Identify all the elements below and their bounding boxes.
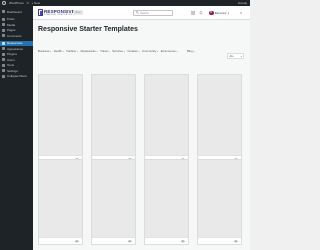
filter-fashion[interactable]: Fashion ▾	[66, 49, 78, 53]
starter-templates-header: RESPONSIVE STARTER TEMPLATES Beta E Elem…	[33, 6, 250, 20]
page-title: Responsive Starter Templates	[38, 26, 138, 33]
plugin-icon	[2, 52, 5, 56]
template-card[interactable]	[38, 74, 83, 163]
filter-label: Blog	[187, 49, 193, 53]
chevron-down-icon: ▾	[62, 50, 64, 53]
filter-travel[interactable]: Travel ▾	[100, 49, 110, 53]
template-card[interactable]	[144, 74, 189, 163]
chevron-down-icon: ▾	[108, 50, 110, 53]
favorites-icon[interactable]	[191, 11, 195, 15]
chevron-down-icon: ▾	[240, 55, 242, 58]
sidebar-item-label: Pages	[7, 28, 16, 33]
filter-label: Creative	[127, 49, 138, 53]
filter-label: Services	[112, 49, 123, 53]
chevron-down-icon: ▾	[193, 50, 195, 53]
template-card[interactable]	[144, 159, 189, 245]
wrench-icon	[2, 63, 5, 67]
sidebar-item-label: Plugins	[7, 52, 17, 57]
filter-creative[interactable]: Creative ▾	[127, 49, 139, 53]
template-card-footer	[198, 237, 241, 244]
filter-label: Ecommerce	[160, 49, 176, 53]
filter-label: Travel	[100, 49, 108, 53]
sidebar-item-label: Dashboard	[7, 9, 22, 14]
template-card-footer	[92, 237, 135, 244]
sidebar-item-label: Media	[7, 22, 16, 27]
template-card[interactable]	[38, 159, 83, 245]
chevron-down-icon: ▾	[50, 50, 52, 53]
sidebar-item-label: Settings	[7, 68, 18, 73]
preview-eye-icon[interactable]	[234, 240, 238, 243]
template-card[interactable]	[197, 74, 242, 163]
sidebar-item-label: Responsive	[7, 41, 23, 46]
search-input[interactable]	[140, 10, 172, 16]
settings-icon	[2, 69, 5, 73]
filter-blog[interactable]: Blog ▾	[187, 49, 195, 53]
chevron-down-icon: ▾	[96, 50, 98, 53]
page-builder-label: Elementor	[214, 11, 227, 15]
dashboard-icon	[2, 10, 5, 14]
filter-services[interactable]: Services ▾	[112, 49, 125, 53]
sidebar-item-label: Posts	[7, 17, 15, 22]
filter-ecommerce[interactable]: Ecommerce ▾	[161, 49, 178, 53]
chevron-down-icon: ▾	[176, 50, 178, 53]
template-card-footer	[39, 237, 82, 244]
preview-eye-icon[interactable]	[181, 240, 185, 243]
filter-community[interactable]: Community ▾	[142, 49, 158, 53]
filter-label: Restaurants	[80, 49, 96, 53]
preview-eye-icon[interactable]	[75, 240, 79, 243]
page-icon	[2, 28, 5, 32]
elementor-icon: E	[209, 10, 214, 16]
responsive-icon	[2, 41, 5, 45]
template-card[interactable]	[91, 159, 136, 245]
page-builder-select[interactable]: E Elementor ▾	[209, 10, 229, 16]
chevron-down-icon: ▾	[123, 50, 125, 53]
template-card[interactable]	[91, 74, 136, 163]
category-filters: Business ▾ Health ▾ Fashion ▾ Restaurants ▾ …	[38, 49, 238, 53]
responsive-logo-icon	[38, 9, 43, 16]
template-card-footer	[145, 237, 188, 244]
preview-eye-icon[interactable]	[128, 240, 132, 243]
main-content: RESPONSIVE STARTER TEMPLATES Beta E Elem…	[33, 6, 250, 250]
user-icon	[2, 58, 5, 62]
admin-sidebar: Dashboard Posts Media Pages Comments Res…	[0, 6, 33, 250]
sync-icon[interactable]	[199, 11, 203, 15]
media-icon	[2, 23, 5, 27]
chevron-down-icon: ▾	[227, 11, 229, 15]
sidebar-item-label: Users	[7, 57, 15, 62]
template-type-value: ALL	[229, 54, 235, 58]
chevron-down-icon: ▾	[138, 50, 140, 53]
sidebar-item-collapse[interactable]: Collapse Menu	[0, 74, 33, 80]
filter-health[interactable]: Health ▾	[54, 49, 64, 53]
sidebar-item-label: Comments	[7, 33, 22, 38]
brush-icon	[2, 47, 5, 51]
template-card[interactable]	[197, 159, 242, 245]
filter-label: Health	[53, 49, 62, 53]
filter-label: Fashion	[66, 49, 77, 53]
collapse-icon	[2, 74, 5, 78]
filter-label: Business	[38, 49, 50, 53]
sidebar-item-label: Collapse Menu	[7, 74, 28, 79]
chevron-down-icon: ▾	[157, 50, 159, 53]
chevron-down-icon: ▾	[77, 50, 79, 53]
search-icon	[135, 11, 139, 15]
template-search-box[interactable]	[133, 9, 173, 16]
pin-icon	[2, 17, 5, 21]
sidebar-item-label: Tools	[7, 63, 15, 68]
brand-subtitle: STARTER TEMPLATES	[44, 14, 73, 17]
wordpress-logo-icon[interactable]	[2, 1, 6, 5]
sidebar-item-label: Appearance	[7, 46, 24, 51]
version-badge: Beta	[73, 10, 83, 15]
close-icon[interactable]: ×	[240, 10, 242, 15]
filter-business[interactable]: Business ▾	[38, 49, 51, 53]
template-type-select[interactable]: ALL ▾	[227, 53, 244, 59]
filter-label: Community	[142, 49, 157, 53]
comment-icon	[2, 34, 5, 38]
filter-restaurants[interactable]: Restaurants ▾	[81, 49, 98, 53]
